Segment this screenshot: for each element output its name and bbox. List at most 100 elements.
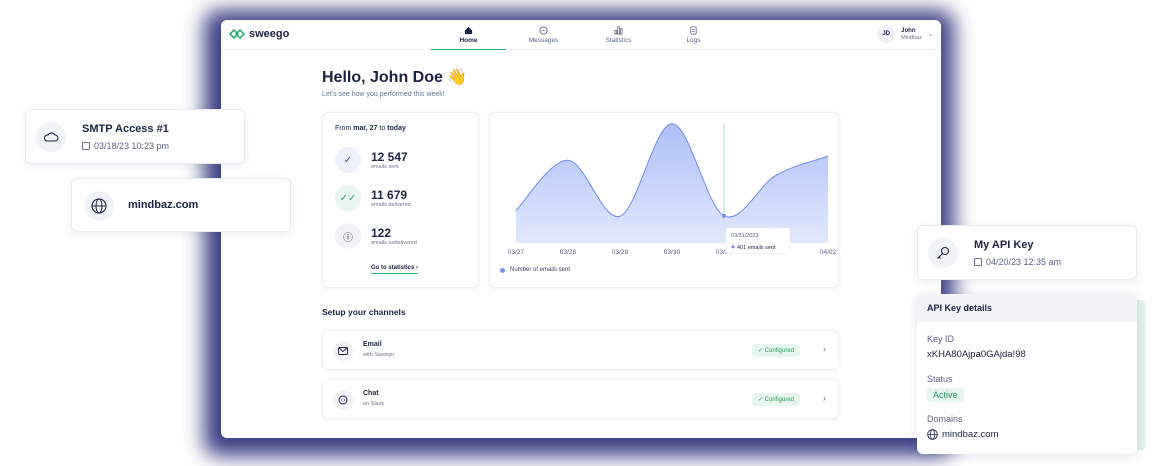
nav-logs-label: Logs (686, 37, 701, 44)
stat-delivered: ✓✓ 11 679 emails delivered (335, 185, 411, 211)
date-range: From mar, 27 to today (335, 125, 406, 132)
api-key-date: 04/20/23 12:35 am (974, 257, 1061, 267)
tooltip-value: 401 emails sent (737, 245, 776, 251)
brand-logo[interactable]: sweego (229, 28, 289, 40)
home-icon (464, 26, 473, 34)
sweego-logo-icon (229, 28, 245, 40)
key-id-value: xKHA80Ajpa0GAjda!98 (927, 349, 1026, 360)
range-to-label: to (379, 125, 386, 132)
x-tick-label: 03/29 (612, 249, 629, 256)
cloud-icon (36, 122, 66, 152)
chart-legend: Number of emails sent (500, 267, 570, 273)
chart-tooltip: 03/31/2023 401 emails sent (725, 227, 791, 255)
statistics-icon (614, 26, 623, 35)
hover-point[interactable] (722, 213, 726, 218)
api-panel-edge (1137, 300, 1145, 450)
go-to-statistics-link[interactable]: Go to statistics › (371, 265, 419, 274)
stats-card: From mar, 27 to today ✓ 12 547 emails se… (322, 112, 479, 288)
nav-statistics-label: Statistics (605, 37, 632, 44)
tooltip-swatch (731, 245, 735, 249)
chevron-right-icon: › (823, 344, 826, 354)
x-tick-label: 03/27 (508, 249, 525, 256)
api-details-header: API Key details (917, 294, 1137, 322)
channel-email-sub: with Sweego (363, 352, 395, 358)
top-nav-bar: sweego Home Messages Statistics Logs JD … (221, 20, 941, 50)
api-key-details-panel: API Key details Key ID xKHA80Ajpa0GAjda!… (917, 294, 1137, 454)
stat-undelivered: ⓘ 122 emails undelivered (335, 223, 417, 249)
api-key-title: My API Key (974, 239, 1034, 251)
range-from-label: From (335, 125, 352, 132)
nav-statistics[interactable]: Statistics (581, 20, 656, 50)
x-tick-label: 03/28 (560, 249, 577, 256)
nav-home-label: Home (459, 36, 478, 44)
stage: sweego Home Messages Statistics Logs JD … (0, 0, 1162, 466)
nav-messages[interactable]: Messages (506, 20, 581, 50)
alert-icon: ⓘ (335, 223, 361, 249)
page-subtitle: Let's see how you performed this week! (322, 91, 445, 98)
domain-value: mindbaz.com (942, 429, 999, 440)
area-series-fill (516, 123, 828, 243)
status-badge: ✓ Configured (751, 344, 800, 357)
legend-label: Number of emails sent (510, 267, 571, 273)
page-title: Hello, John Doe 👋 (322, 69, 468, 86)
domain-title: mindbaz.com (128, 199, 199, 211)
chevron-right-icon: › (823, 393, 826, 403)
channel-chat-sub: on Slack (363, 401, 385, 407)
app-window: sweego Home Messages Statistics Logs JD … (221, 20, 941, 438)
smtp-date-text: 03/18/23 10:23 pm (94, 141, 170, 151)
tooltip-date: 03/31/2023 (731, 233, 759, 239)
domains-label: Domains (927, 414, 963, 424)
stat-delivered-value: 11 679 (371, 188, 408, 202)
stat-delivered-label: emails delivered (371, 202, 411, 208)
main-nav: Home Messages Statistics Logs (431, 20, 731, 50)
emails-chart: 03/2703/2803/2903/3003/3104/0104/0203/31… (489, 112, 839, 288)
channel-chat[interactable]: Chat on Slack ✓ Configured › (322, 379, 839, 419)
calendar-icon (974, 258, 982, 266)
smtp-title: SMTP Access #1 (82, 123, 169, 135)
smtp-date: 03/18/23 10:23 pm (82, 141, 169, 151)
smtp-access-card[interactable]: SMTP Access #1 03/18/23 10:23 pm (25, 109, 245, 164)
mail-icon (333, 341, 353, 361)
x-tick-label: 03/30 (664, 249, 681, 256)
stat-undelivered-label: emails undelivered (371, 240, 417, 246)
globe-icon (927, 429, 938, 440)
chat-icon (333, 390, 353, 410)
avatar: JD (877, 25, 896, 43)
stat-sent-label: emails sent (371, 164, 399, 170)
double-check-icon: ✓✓ (335, 185, 361, 211)
check-icon: ✓ (335, 147, 361, 173)
range-to-date: today (387, 125, 406, 132)
user-info: John Mindbaz (901, 28, 922, 41)
status-badge: ✓ Configured (751, 393, 800, 406)
channel-chat-name: Chat (363, 390, 379, 397)
status-label: Status (927, 374, 953, 384)
x-tick-label: 04/02 (820, 249, 837, 256)
messages-icon (539, 26, 548, 35)
stat-sent: ✓ 12 547 emails sent (335, 147, 408, 173)
calendar-icon (82, 142, 90, 150)
globe-icon (84, 191, 114, 221)
domain-card[interactable]: mindbaz.com (71, 178, 291, 232)
api-key-date-text: 04/20/23 12:35 am (986, 257, 1062, 267)
api-key-card[interactable]: My API Key 04/20/23 12:35 am (917, 225, 1137, 280)
domain-row: mindbaz.com (927, 429, 999, 440)
user-menu[interactable]: JD John Mindbaz ⌄ (877, 25, 933, 43)
channel-email-name: Email (363, 341, 382, 348)
status-badge: Active (927, 388, 964, 402)
user-org: Mindbaz (901, 34, 922, 41)
legend-swatch (500, 267, 505, 273)
nav-home[interactable]: Home (431, 20, 506, 50)
key-id-label: Key ID (927, 334, 955, 344)
brand-name: sweego (249, 28, 290, 40)
logs-icon (690, 26, 697, 35)
channels-title: Setup your channels (322, 307, 406, 317)
channel-email[interactable]: Email with Sweego ✓ Configured › (322, 330, 839, 370)
stat-undelivered-value: 122 (371, 226, 392, 240)
nav-messages-label: Messages (528, 37, 559, 44)
stat-sent-value: 12 547 (371, 150, 408, 164)
nav-logs[interactable]: Logs (656, 20, 731, 50)
chart-svg: 03/2703/2803/2903/3003/3104/0104/0203/31… (508, 123, 837, 256)
user-name: John (901, 27, 916, 34)
range-from-date: mar, 27 (353, 125, 378, 132)
key-icon (928, 238, 958, 268)
